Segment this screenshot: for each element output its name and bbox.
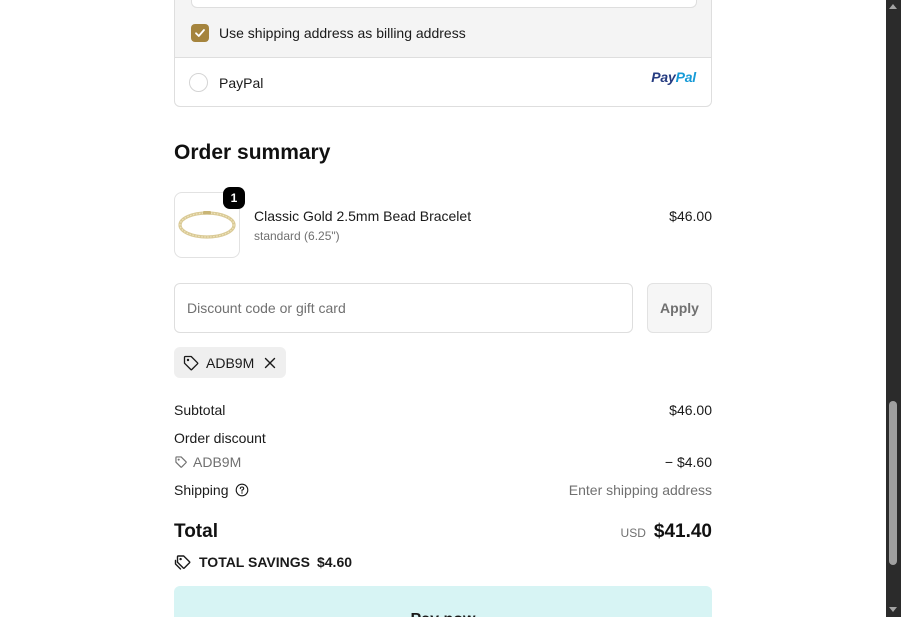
checkmark-icon [195, 29, 205, 37]
shipping-value: Enter shipping address [568, 482, 712, 498]
previous-field-edge [191, 0, 697, 8]
scrollbar-thumb[interactable] [889, 401, 897, 565]
billing-checkbox[interactable] [191, 24, 209, 42]
discount-code-text: ADB9M [193, 454, 242, 470]
total-value: $41.40 [653, 521, 712, 542]
paypal-label: PayPal [219, 75, 264, 91]
paypal-logo-pay: Pay [651, 69, 676, 85]
page-scrollbar[interactable] [886, 0, 901, 617]
paypal-radio[interactable] [189, 73, 208, 92]
paypal-option[interactable]: PayPal PayPal [175, 58, 711, 106]
paypal-logo-pal: Pal [675, 69, 697, 85]
scroll-down-arrow-icon[interactable] [889, 607, 897, 612]
subtotal-value: $46.00 [669, 402, 712, 418]
tag-icon [182, 354, 200, 372]
applied-discount-chip: ADB9M [174, 347, 286, 378]
bracelet-image [178, 211, 236, 239]
help-icon[interactable] [235, 483, 249, 497]
product-name: Classic Gold 2.5mm Bead Bracelet [254, 208, 472, 224]
savings-tag-icon [174, 553, 192, 571]
subtotal-label: Subtotal [174, 402, 226, 418]
order-discount-label: Order discount [174, 430, 266, 446]
tag-icon [174, 455, 188, 469]
discount-amount: − $4.60 [664, 454, 712, 470]
total-currency: USD [620, 526, 646, 540]
order-summary-title: Order summary [174, 141, 331, 164]
quantity-badge: 1 [223, 187, 245, 209]
billing-checkbox-label: Use shipping address as billing address [219, 25, 466, 41]
discount-code-row: ADB9M [174, 454, 241, 470]
total-amount: USD $41.40 [621, 521, 712, 543]
billing-address-row: Use shipping address as billing address [175, 0, 711, 58]
discount-code-input[interactable] [174, 283, 633, 333]
scroll-up-arrow-icon[interactable] [889, 4, 897, 9]
total-savings-value: $4.60 [316, 554, 353, 570]
total-label: Total [174, 521, 218, 542]
paypal-logo: PayPal [651, 69, 696, 85]
pay-now-button[interactable]: Pay now [174, 586, 712, 617]
shipping-row-label: Shipping [174, 482, 249, 498]
product-variant: standard (6.25") [254, 229, 340, 243]
applied-code-label: ADB9M [206, 354, 255, 371]
product-price: $46.00 [669, 208, 712, 224]
shipping-label: Shipping [174, 482, 229, 498]
checkout-page: Use shipping address as billing address … [0, 0, 901, 617]
total-savings-row: TOTAL SAVINGS $4.60 [174, 553, 352, 571]
total-savings-label: TOTAL SAVINGS [199, 554, 310, 570]
apply-discount-button[interactable]: Apply [647, 283, 712, 333]
payment-methods-box: Use shipping address as billing address … [174, 0, 712, 107]
close-icon[interactable] [263, 356, 277, 370]
